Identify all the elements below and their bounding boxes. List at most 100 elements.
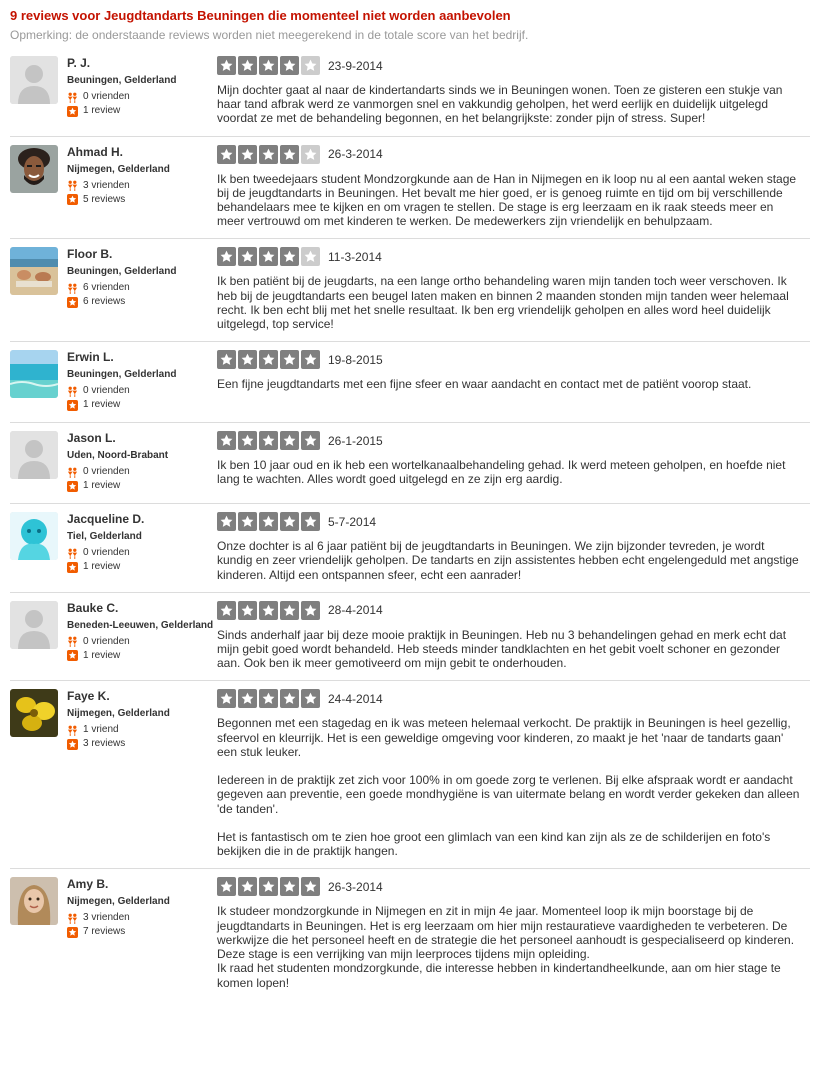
review-date: 26-1-2015	[328, 433, 383, 448]
review-text: Sinds anderhalf jaar bij deze mooie prak…	[217, 627, 787, 671]
review-count-label: 5 reviews	[83, 193, 126, 205]
star-rating	[217, 350, 322, 370]
star-icon	[280, 877, 299, 897]
star-icon	[259, 431, 278, 451]
user-friends-count: 0 vrienden	[67, 384, 176, 398]
user-info: P. J. Beuningen, Gelderland 0 vrienden 1 re…	[67, 56, 176, 118]
review-user: Erwin L. Beuningen, Gelderland 0 vrienden 1…	[10, 350, 217, 412]
star-icon	[217, 247, 236, 267]
avatar[interactable]	[10, 431, 58, 480]
user-name-link[interactable]: Bauke C.	[67, 601, 213, 616]
user-info: Jason L. Uden, Noord-Brabant 0 vrienden 1 r…	[67, 431, 168, 493]
section-note: Opmerking: de onderstaande reviews worde…	[10, 28, 529, 42]
avatar[interactable]	[10, 877, 58, 926]
star-icon	[238, 144, 257, 164]
star-icon	[238, 512, 257, 532]
review-body: 26-1-2015 Ik ben 10 jaar oud en ik heb ee…	[217, 431, 810, 486]
star-icon	[280, 431, 299, 451]
review-date: 26-3-2014	[328, 147, 383, 162]
section-heading: 9 reviews voor Jeugdtandarts Beuningen d…	[10, 8, 511, 23]
user-review-count: 3 reviews	[67, 737, 170, 751]
star-icon	[217, 689, 236, 709]
review-star-badge-icon	[67, 650, 83, 662]
review-count-label: 1 review	[83, 399, 121, 411]
user-friends-count: 0 vrienden	[67, 546, 144, 560]
star-icon	[238, 247, 257, 267]
user-name-link[interactable]: Jacqueline D.	[67, 512, 144, 527]
avatar[interactable]	[10, 56, 58, 104]
user-review-count: 1 review	[67, 649, 213, 663]
star-icon	[301, 350, 320, 370]
review-count-label: 3 reviews	[83, 738, 126, 750]
review-text: Ik ben patiënt bij de jeugdarts, na een …	[217, 274, 789, 332]
star-rating	[217, 144, 322, 164]
friends-icon	[67, 913, 83, 924]
user-info: Faye K. Nijmegen, Gelderland 1 vriend 3 rev…	[67, 689, 170, 751]
user-review-count: 1 review	[67, 104, 176, 118]
user-location: Beneden-Leeuwen, Gelderland	[67, 619, 214, 631]
user-location: Nijmegen, Gelderland	[67, 163, 170, 175]
avatar[interactable]	[10, 600, 58, 649]
star-icon	[217, 877, 236, 897]
user-name-link[interactable]: Floor B.	[67, 247, 176, 262]
rating-row: 23-9-2014	[217, 56, 802, 75]
review-star-badge-icon	[67, 194, 83, 206]
rating-row: 5-7-2014	[217, 512, 802, 532]
user-info: Floor B. Beuningen, Gelderland 6 vrienden 6…	[67, 247, 176, 309]
review-user: Bauke C. Beneden-Leeuwen, Gelderland 0 vri…	[10, 600, 217, 663]
star-icon	[259, 247, 278, 267]
friends-icon	[67, 725, 83, 736]
star-rating	[217, 877, 322, 897]
review-count-label: 6 reviews	[83, 296, 126, 308]
user-name-link[interactable]: P. J.	[67, 56, 176, 71]
review-text: Een fijne jeugdtandarts met een fijne sf…	[217, 377, 752, 392]
rating-row: 19-8-2015	[217, 350, 802, 370]
review-item: Faye K. Nijmegen, Gelderland 1 vriend 3 rev…	[10, 681, 810, 870]
friends-count-label: 6 vrienden	[83, 282, 130, 294]
review-list: P. J. Beuningen, Gelderland 0 vrienden 1 re…	[10, 48, 815, 1000]
star-icon	[217, 56, 236, 75]
friends-count-label: 3 vrienden	[83, 179, 130, 191]
user-name-link[interactable]: Faye K.	[67, 689, 170, 704]
avatar[interactable]	[10, 350, 58, 399]
review-text: Ik ben 10 jaar oud en ik heb een wortelk…	[217, 458, 786, 487]
user-friends-count: 0 vrienden	[67, 90, 176, 104]
star-icon	[280, 689, 299, 709]
star-rating	[217, 689, 322, 709]
star-icon	[280, 600, 299, 620]
user-friends-count: 6 vrienden	[67, 281, 176, 295]
review-user: P. J. Beuningen, Gelderland 0 vrienden 1 re…	[10, 56, 217, 118]
user-info: Erwin L. Beuningen, Gelderland 0 vrienden 1…	[67, 350, 176, 412]
user-name-link[interactable]: Jason L.	[67, 431, 168, 446]
review-date: 28-4-2014	[328, 603, 383, 618]
avatar[interactable]	[10, 144, 58, 193]
review-body: 28-4-2014 Sinds anderhalf jaar bij deze m…	[217, 600, 810, 671]
user-name-link[interactable]: Amy B.	[67, 877, 170, 892]
review-star-badge-icon	[67, 738, 83, 750]
avatar[interactable]	[10, 689, 58, 738]
user-location: Beuningen, Gelderland	[67, 266, 177, 278]
avatar[interactable]	[10, 512, 58, 561]
friends-icon	[67, 180, 83, 192]
review-body: 24-4-2014 Begonnen met een stagedag en ik…	[217, 689, 810, 858]
star-icon	[217, 350, 236, 370]
avatar[interactable]	[10, 247, 58, 296]
star-icon	[238, 431, 257, 451]
user-name-link[interactable]: Erwin L.	[67, 350, 176, 365]
review-user: Ahmad H. Nijmegen, Gelderland 3 vrienden 5 …	[10, 144, 217, 207]
rating-row: 24-4-2014	[217, 689, 802, 709]
star-icon	[217, 512, 236, 532]
rating-row: 26-3-2014	[217, 144, 802, 164]
star-icon	[259, 512, 278, 532]
user-name-link[interactable]: Ahmad H.	[67, 145, 170, 160]
review-item: Jason L. Uden, Noord-Brabant 0 vrienden 1 r…	[10, 423, 810, 505]
star-icon	[238, 877, 257, 897]
user-location: Nijmegen, Gelderland	[67, 896, 170, 908]
star-icon	[217, 431, 236, 451]
star-icon	[217, 144, 236, 164]
user-review-count: 7 reviews	[67, 925, 170, 939]
review-star-badge-icon	[67, 105, 83, 117]
review-count-label: 7 reviews	[83, 926, 126, 938]
user-location: Uden, Noord-Brabant	[67, 450, 169, 462]
star-icon	[301, 512, 320, 532]
